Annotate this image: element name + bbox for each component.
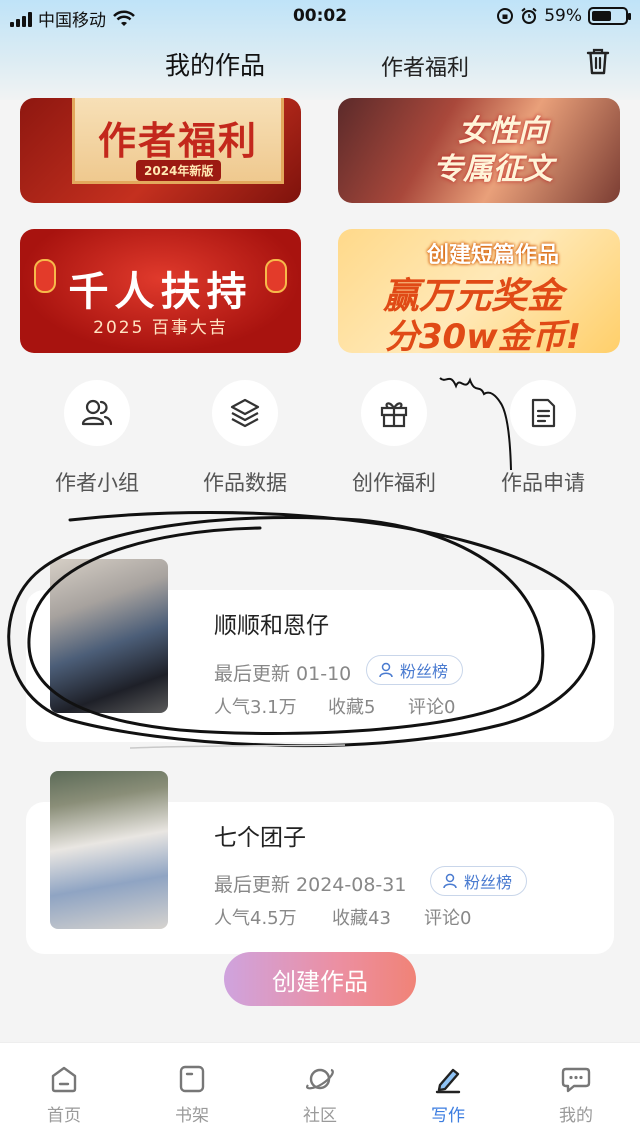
status-bar: 中国移动 00:02 59% [0,0,640,34]
fan-ranking-button[interactable]: 粉丝榜 [430,866,528,896]
work-updated: 最后更新 2024-08-31 [214,874,407,896]
banner-title: 作者福利 [97,119,258,163]
nav-label: 书架 [175,1106,209,1126]
fan-ranking-label: 粉丝榜 [464,873,513,892]
quick-author-group[interactable]: 作者小组 [52,380,142,500]
fan-ranking-button[interactable]: 粉丝榜 [366,655,464,685]
battery-icon [588,7,631,25]
home-icon [51,1066,77,1093]
quick-work-data[interactable]: 作品数据 [200,380,290,500]
document-icon [510,380,576,446]
status-right: 59% [496,6,631,26]
bookshelf-icon [179,1065,205,1093]
group-icon [64,380,130,446]
nav-label: 我的 [559,1106,593,1126]
layers-icon [212,380,278,446]
banner-thousand-support[interactable]: 千人扶持 2025 百事大吉 [20,229,301,353]
banner-title: 千人扶持 [68,269,253,315]
header: 我的作品 作者福利 [0,40,640,90]
work-favorites: 收藏5 [328,697,376,718]
work-title[interactable]: 顺顺和恩仔 [214,606,329,640]
quick-label: 创作福利 [352,471,436,495]
banner-subtitle: 2025 百事大吉 [93,318,228,338]
alarm-icon [521,7,537,24]
banner-female-contest[interactable]: 女性向 专属征文 [338,98,620,203]
work-popularity: 人气3.1万 [214,697,297,718]
quick-label: 作品申请 [501,471,585,495]
trash-icon[interactable] [584,46,612,76]
nav-bookshelf[interactable]: 书架 [142,1063,242,1126]
work-favorites: 收藏43 [332,908,391,929]
pen-icon [435,1068,461,1094]
person-icon [379,662,393,678]
work-comments: 评论0 [408,697,456,718]
planet-icon [306,1068,334,1090]
nav-home[interactable]: 首页 [14,1063,114,1126]
quick-work-apply[interactable]: 作品申请 [498,380,588,500]
chat-icon [561,1067,591,1093]
gift-icon [361,380,427,446]
nav-write[interactable]: 写作 [398,1063,498,1126]
work-comments: 评论0 [424,908,472,929]
tab-my-works[interactable]: 我的作品 [165,46,265,82]
bottom-nav: 首页 书架 社区 写作 我的 [0,1042,640,1138]
battery-fill [592,11,611,21]
nav-label: 社区 [303,1106,337,1126]
nav-label: 写作 [431,1106,465,1126]
banner-title: 创建短篇作品 [426,243,559,268]
orientation-lock-icon [497,8,514,24]
nav-label: 首页 [47,1106,81,1126]
battery-percent: 59% [544,6,582,26]
work-cover-image[interactable] [50,771,168,929]
work-popularity: 人气4.5万 [214,908,297,929]
work-cover-image[interactable] [50,559,168,713]
fan-ranking-label: 粉丝榜 [400,662,449,681]
nav-community[interactable]: 社区 [270,1063,370,1126]
quick-creation-benefit[interactable]: 创作福利 [349,380,439,500]
create-work-button[interactable]: 创建作品 [224,952,416,1006]
person-icon [443,873,457,889]
banner-subtitle-2: 分30w金币! [384,317,582,353]
work-updated: 最后更新 01-10 [214,663,352,685]
banner-subtitle: 专属征文 [433,152,553,187]
nav-mine[interactable]: 我的 [526,1063,626,1126]
work-title[interactable]: 七个团子 [214,818,306,852]
quick-label: 作者小组 [55,471,139,495]
banner-short-work-contest[interactable]: 创建短篇作品 赢万元奖金 分30w金币! [338,229,620,353]
tab-author-benefit[interactable]: 作者福利 [381,50,469,82]
banner-author-benefit[interactable]: 作者福利 2024年新版 [20,98,301,203]
quick-label: 作品数据 [203,471,287,495]
banner-tag: 2024年新版 [136,160,222,181]
